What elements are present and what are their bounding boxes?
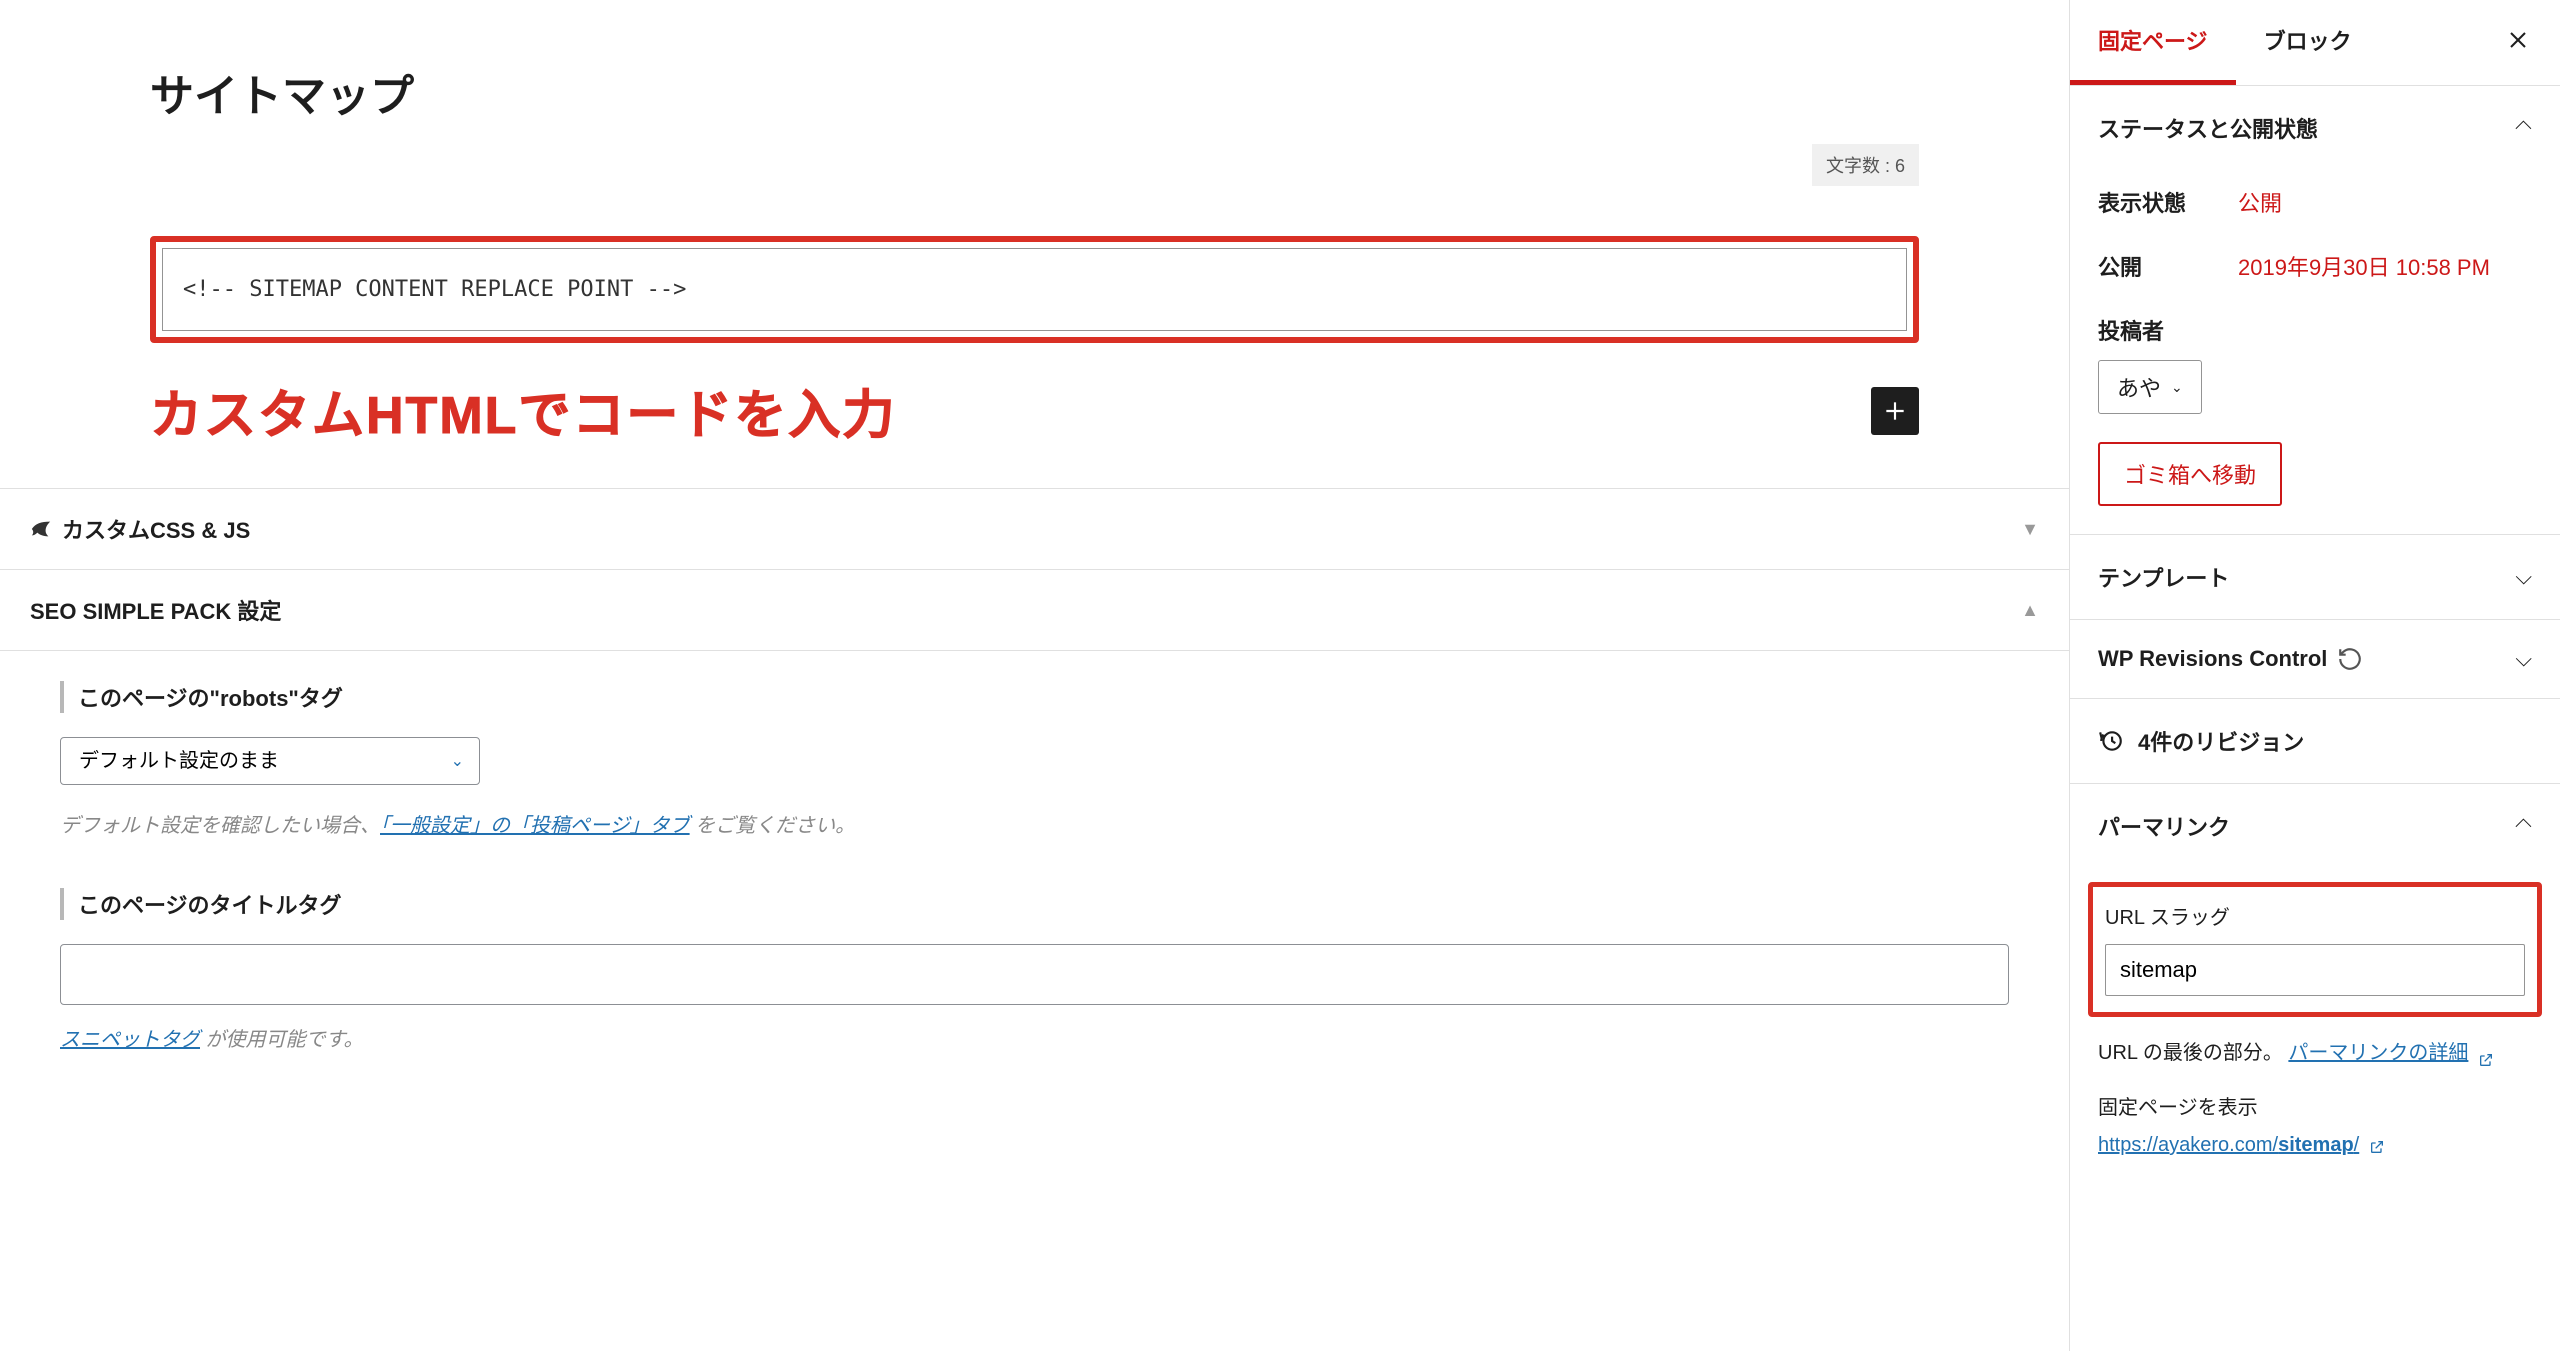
- settings-sidebar: 固定ページ ブロック ステータスと公開状態 ⌵ 表示状態 公開 公開 2019年…: [2070, 0, 2560, 1351]
- status-panel-header[interactable]: ステータスと公開状態 ⌵: [2070, 86, 2560, 170]
- url-slug-label: URL スラッグ: [2105, 901, 2525, 930]
- permalink-url-link[interactable]: https://ayakero.com/sitemap/: [2098, 1134, 2359, 1156]
- reload-icon: [2337, 646, 2363, 672]
- robots-select[interactable]: デフォルト設定のまま: [60, 737, 480, 785]
- robots-help-text: デフォルト設定を確認したい場合、「一般設定」の「投稿ページ」タブ をご覧ください…: [60, 809, 2009, 838]
- move-to-trash-button[interactable]: ゴミ箱へ移動: [2098, 442, 2282, 506]
- chevron-down-icon: ⌵: [2515, 646, 2532, 672]
- custom-css-js-title: カスタムCSS & JS: [62, 513, 250, 545]
- caret-up-icon: ▲: [2021, 600, 2039, 621]
- chevron-up-icon: ⌵: [2515, 115, 2532, 141]
- seo-panel-body: このページの"robots"タグ デフォルト設定のまま ⌄ デフォルト設定を確認…: [0, 650, 2069, 1132]
- title-tag-input[interactable]: [60, 944, 2009, 1005]
- plus-icon: [1882, 398, 1908, 424]
- tab-page[interactable]: 固定ページ: [2070, 0, 2236, 85]
- annotation-text: カスタムHTMLでコードを入力: [150, 373, 896, 448]
- external-link-icon: [2478, 1046, 2494, 1062]
- external-link-icon: [2369, 1138, 2385, 1154]
- title-tag-field-label: このページのタイトルタグ: [60, 888, 2009, 920]
- template-panel-header[interactable]: テンプレート ⌵: [2070, 535, 2560, 619]
- visibility-value[interactable]: 公開: [2238, 186, 2282, 218]
- permalink-panel-title: パーマリンク: [2098, 810, 2230, 842]
- author-value: あや: [2117, 371, 2161, 403]
- chevron-down-icon: ⌵: [2515, 564, 2532, 590]
- visibility-label: 表示状態: [2098, 186, 2238, 218]
- robots-help-link[interactable]: 「一般設定」の「投稿ページ」タブ: [380, 815, 690, 837]
- template-panel-title: テンプレート: [2098, 561, 2229, 593]
- author-label: 投稿者: [2098, 314, 2532, 346]
- permalink-panel-header[interactable]: パーマリンク ⌵: [2070, 784, 2560, 868]
- permalink-highlight: URL スラッグ: [2088, 882, 2542, 1017]
- seo-panel-header[interactable]: SEO SIMPLE PACK 設定 ▲: [0, 569, 2069, 650]
- character-count-badge: 文字数 : 6: [1812, 144, 1919, 186]
- status-panel-title: ステータスと公開状態: [2098, 112, 2318, 144]
- publish-label: 公開: [2098, 250, 2238, 282]
- seo-panel-title: SEO SIMPLE PACK 設定: [30, 594, 281, 626]
- robots-field-label: このページの"robots"タグ: [60, 681, 2009, 713]
- history-icon: [2098, 728, 2124, 754]
- html-block-highlight: <!-- SITEMAP CONTENT REPLACE POINT -->: [150, 236, 1919, 343]
- page-title[interactable]: サイトマップ: [150, 60, 1919, 124]
- snippet-tag-link[interactable]: スニペットタグ: [60, 1029, 200, 1051]
- wp-revisions-panel-header[interactable]: WP Revisions Control ⌵: [2070, 620, 2560, 698]
- revisions-count-text: 4件のリビジョン: [2138, 725, 2304, 757]
- custom-html-block[interactable]: <!-- SITEMAP CONTENT REPLACE POINT -->: [162, 248, 1907, 331]
- publish-date-value[interactable]: 2019年9月30日 10:58 PM: [2238, 250, 2490, 282]
- close-icon: [2506, 28, 2530, 52]
- caret-down-icon: ▼: [2021, 519, 2039, 540]
- permalink-url: https://ayakero.com/sitemap/: [2070, 1134, 2560, 1177]
- page-display-label: 固定ページを表示: [2070, 1069, 2560, 1134]
- swallow-icon: [30, 518, 52, 540]
- author-select[interactable]: あや ⌄: [2098, 360, 2202, 414]
- url-slug-input[interactable]: [2105, 944, 2525, 996]
- revisions-link[interactable]: 4件のリビジョン: [2070, 699, 2560, 784]
- custom-css-js-panel-header[interactable]: カスタムCSS & JS ▼: [0, 488, 2069, 569]
- tab-block[interactable]: ブロック: [2236, 0, 2380, 85]
- permalink-details-link[interactable]: パーマリンクの詳細: [2288, 1042, 2468, 1064]
- add-block-button[interactable]: [1871, 387, 1919, 435]
- chevron-down-icon: ⌄: [2171, 379, 2183, 396]
- snippet-help-text: スニペットタグ が使用可能です。: [60, 1023, 2009, 1052]
- chevron-up-icon: ⌵: [2515, 813, 2532, 839]
- close-sidebar-button[interactable]: [2496, 17, 2540, 69]
- wp-revisions-panel-title: WP Revisions Control: [2098, 646, 2327, 672]
- permalink-help-text: URL の最後の部分。 パーマリンクの詳細: [2070, 1027, 2560, 1069]
